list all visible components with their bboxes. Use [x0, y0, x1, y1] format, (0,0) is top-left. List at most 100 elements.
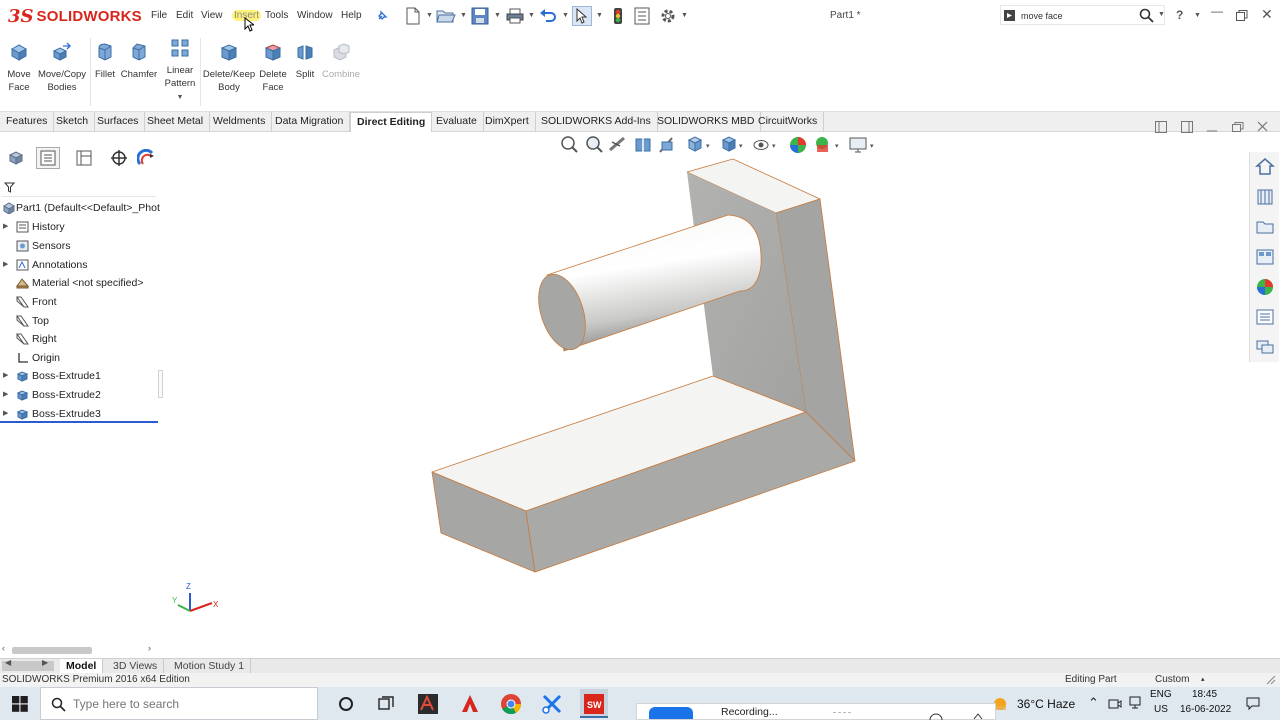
- save-icon[interactable]: [470, 6, 490, 26]
- file-explorer-icon[interactable]: [1255, 217, 1275, 237]
- delete-face-button[interactable]: Delete Face: [258, 42, 288, 94]
- display-manager-icon[interactable]: [134, 147, 158, 169]
- tab-motion-study[interactable]: Motion Study 1: [168, 659, 252, 673]
- show-hidden-icons-icon[interactable]: ⌃: [1088, 695, 1099, 711]
- undo-icon[interactable]: [538, 6, 558, 26]
- dimxpert-manager-icon[interactable]: [107, 147, 131, 169]
- expand-icon[interactable]: ▶: [3, 405, 8, 423]
- tree-item-material[interactable]: Material <not specified>: [0, 274, 158, 292]
- property-manager-icon[interactable]: [36, 147, 60, 169]
- tab-sketch[interactable]: Sketch: [50, 112, 96, 132]
- tab-features[interactable]: Features: [0, 112, 55, 132]
- tab-circuitworks[interactable]: CircuitWorks: [752, 112, 825, 132]
- language-text[interactable]: ENG: [1150, 689, 1172, 700]
- viewport-split-left-icon[interactable]: [1155, 121, 1167, 133]
- tree-item-origin[interactable]: Origin: [0, 349, 158, 367]
- menu-tools[interactable]: Tools: [265, 10, 288, 21]
- tab-evaluate[interactable]: Evaluate: [430, 112, 484, 132]
- tree-horizontal-scrollbar[interactable]: ‹ ›: [0, 643, 158, 657]
- menu-file[interactable]: File: [151, 10, 167, 21]
- view-palette-icon[interactable]: [1255, 247, 1275, 267]
- tree-item-top-plane[interactable]: Top: [0, 312, 158, 330]
- first-tab-icon[interactable]: ◀: [5, 658, 11, 667]
- delete-keep-body-button[interactable]: Delete/Keep Body: [202, 42, 256, 94]
- cortana-icon[interactable]: [334, 692, 358, 716]
- tree-filter[interactable]: [2, 179, 156, 197]
- tab-solidworks-add-ins[interactable]: SOLIDWORKS Add-Ins: [535, 112, 658, 132]
- taskbar-search-box[interactable]: [40, 687, 318, 720]
- viewport-restore-icon[interactable]: [1232, 122, 1244, 132]
- open-dropdown-icon[interactable]: ▼: [460, 12, 467, 19]
- move-copy-bodies-button[interactable]: Move/Copy Bodies: [36, 42, 88, 94]
- search-commands-box[interactable]: ▼: [1000, 5, 1165, 25]
- tab-3d-views[interactable]: 3D Views: [107, 659, 165, 673]
- graphics-area[interactable]: Z X Y: [160, 133, 1249, 658]
- select-icon[interactable]: [572, 6, 592, 26]
- tab-surfaces[interactable]: Surfaces: [91, 112, 146, 132]
- custom-properties-icon[interactable]: [1255, 307, 1275, 327]
- undo-dropdown-icon[interactable]: ▼: [562, 12, 569, 19]
- tree-item-sensors[interactable]: Sensors: [0, 237, 158, 255]
- tree-item-boss-extrude1[interactable]: ▶ Boss-Extrude1: [0, 367, 158, 385]
- tree-item-boss-extrude2[interactable]: ▶ Boss-Extrude2: [0, 386, 158, 404]
- file-properties-icon[interactable]: [632, 6, 652, 26]
- menu-view[interactable]: View: [201, 10, 223, 21]
- combine-button[interactable]: Combine: [320, 42, 362, 81]
- design-library-icon[interactable]: [1255, 187, 1275, 207]
- recording-icon[interactable]: [649, 707, 693, 719]
- feature-manager-icon[interactable]: [4, 147, 28, 169]
- resize-grip-icon[interactable]: [1266, 675, 1276, 685]
- tab-data-migration[interactable]: Data Migration: [269, 112, 351, 132]
- scroll-right-icon[interactable]: ›: [148, 643, 151, 653]
- move-face-button[interactable]: Move Face: [4, 42, 34, 94]
- help-icon[interactable]: ?: [1176, 8, 1183, 22]
- new-icon[interactable]: [403, 6, 423, 26]
- tab-scroll-arrows[interactable]: ◀ ▶: [2, 658, 54, 671]
- taskbar-search-input[interactable]: [73, 696, 303, 712]
- expand-icon[interactable]: ▶: [3, 256, 8, 274]
- expand-icon[interactable]: ▶: [3, 367, 8, 385]
- last-tab-icon[interactable]: ▶: [42, 658, 48, 667]
- configuration-manager-icon[interactable]: [72, 147, 96, 169]
- autocad-a-icon[interactable]: [458, 692, 482, 716]
- tree-item-annotations[interactable]: ▶ Annotations: [0, 256, 158, 274]
- print-dropdown-icon[interactable]: ▼: [528, 12, 535, 19]
- snipping-tool-icon[interactable]: [540, 692, 564, 716]
- tab-sheet-metal[interactable]: Sheet Metal: [141, 112, 211, 132]
- rebuild-icon[interactable]: [608, 6, 628, 26]
- print-icon[interactable]: [505, 6, 525, 26]
- tree-item-front-plane[interactable]: Front: [0, 293, 158, 311]
- close-button[interactable]: ✕: [1261, 6, 1273, 23]
- linear-pattern-dropdown-icon[interactable]: ▼: [162, 91, 198, 104]
- options-dropdown-icon[interactable]: ▼: [681, 12, 688, 19]
- task-view-icon[interactable]: [374, 692, 398, 716]
- unit-system-dropdown-icon[interactable]: ▴: [1201, 673, 1205, 687]
- clock-time[interactable]: 18:45: [1192, 689, 1217, 700]
- save-dropdown-icon[interactable]: ▼: [494, 12, 501, 19]
- network-icon[interactable]: [1128, 696, 1142, 710]
- minimize-button[interactable]: —: [1211, 4, 1223, 18]
- chamfer-button[interactable]: Chamfer: [120, 42, 158, 81]
- recording-expand-icon[interactable]: [973, 712, 983, 720]
- expand-icon[interactable]: ▶: [3, 218, 8, 236]
- menu-edit[interactable]: Edit: [176, 10, 193, 21]
- new-dropdown-icon[interactable]: ▼: [426, 12, 433, 19]
- weather-text[interactable]: 36°C Haze: [1017, 697, 1075, 711]
- scroll-thumb[interactable]: [12, 647, 92, 654]
- forum-icon[interactable]: [1255, 337, 1275, 357]
- tab-solidworks-mbd[interactable]: SOLIDWORKS MBD: [651, 112, 762, 132]
- tree-root-part1[interactable]: Part1 (Default<<Default>_Phot: [0, 199, 160, 217]
- l-bracket-part[interactable]: [431, 158, 856, 573]
- menu-help[interactable]: Help: [341, 10, 362, 21]
- tab-dimxpert[interactable]: DimXpert: [479, 112, 536, 132]
- restore-button[interactable]: [1236, 10, 1248, 21]
- unit-system-select[interactable]: Custom: [1155, 673, 1189, 687]
- viewport-split-right-icon[interactable]: [1181, 121, 1193, 133]
- linear-pattern-button[interactable]: Linear Pattern ▼: [162, 38, 198, 104]
- search-icon[interactable]: [1139, 8, 1154, 23]
- viewport-close-icon[interactable]: [1257, 121, 1268, 132]
- solidworks-resources-icon[interactable]: [1255, 157, 1275, 177]
- recording-control-icon[interactable]: [929, 712, 943, 720]
- chrome-icon[interactable]: [499, 692, 523, 716]
- tree-item-boss-extrude3[interactable]: ▶ Boss-Extrude3: [0, 405, 158, 423]
